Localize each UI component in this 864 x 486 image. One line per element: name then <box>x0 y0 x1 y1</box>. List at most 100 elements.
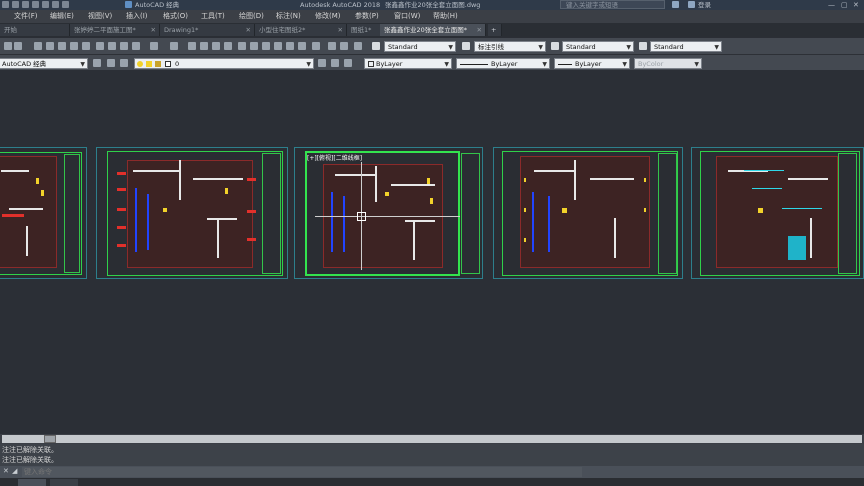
close-tab-icon[interactable]: ✕ <box>246 24 251 36</box>
menu-parametric[interactable]: 参数(P) <box>355 10 379 23</box>
open-icon[interactable] <box>12 1 19 8</box>
make-current-layer-icon[interactable] <box>318 59 326 67</box>
menu-help[interactable]: 帮助(H) <box>433 10 458 23</box>
model-tab[interactable] <box>18 479 46 486</box>
paste-icon[interactable] <box>120 42 128 50</box>
menu-format[interactable]: 格式(O) <box>163 10 188 23</box>
text-style-select[interactable]: Standard ▼ <box>384 41 456 52</box>
help-icon-2[interactable] <box>354 42 362 50</box>
markup-icon[interactable] <box>286 42 294 50</box>
match-properties-icon[interactable] <box>132 42 140 50</box>
lineweight-select[interactable]: ByLayer ▼ <box>554 58 630 69</box>
close-tab-icon[interactable]: ✕ <box>338 24 343 36</box>
tab-file-2[interactable]: Drawing1* ✕ <box>160 24 255 36</box>
menu-insert[interactable]: 插入(I) <box>126 10 148 23</box>
layer-states-icon[interactable] <box>120 59 128 67</box>
cut-icon[interactable] <box>96 42 104 50</box>
close-tab-icon[interactable]: ✕ <box>151 24 156 36</box>
text-style-icon[interactable] <box>328 42 336 50</box>
text-style-icon-2[interactable] <box>340 42 348 50</box>
horizontal-scrollbar[interactable] <box>0 434 864 444</box>
sign-in-label[interactable]: 登录 <box>698 0 711 10</box>
dim-style-select[interactable]: 标注引线 ▼ <box>474 41 546 52</box>
layout-sheet-4[interactable] <box>493 147 683 279</box>
layer-previous-icon[interactable] <box>331 59 339 67</box>
preview-icon[interactable] <box>58 42 66 50</box>
redo-icon[interactable] <box>62 1 69 8</box>
workspace-name[interactable]: AutoCAD 经典 <box>135 0 179 10</box>
close-icon[interactable]: ✕ <box>853 0 859 10</box>
menu-modify[interactable]: 修改(M) <box>315 10 341 23</box>
close-icon[interactable]: ✕ <box>3 467 9 475</box>
publish-icon[interactable] <box>70 42 78 50</box>
zoom-previous-icon[interactable] <box>224 42 232 50</box>
workspace-select[interactable]: AutoCAD 经典 ▼ <box>0 58 88 69</box>
tab-file-active[interactable]: 张鑫鑫作业20张全套立面图* ✕ <box>380 24 486 36</box>
plot-icon[interactable] <box>42 1 49 8</box>
3d-print-icon[interactable] <box>82 42 90 50</box>
close-tab-icon[interactable]: ✕ <box>477 24 482 36</box>
menu-view[interactable]: 视图(V) <box>88 10 112 23</box>
menu-dimension[interactable]: 标注(N) <box>276 10 301 23</box>
menu-tools[interactable]: 工具(T) <box>201 10 225 23</box>
menu-file[interactable]: 文件(F) <box>14 10 38 23</box>
layout-sheet-3[interactable]: [+][俯视][二维线框] <box>294 147 483 279</box>
layout-sheet-5[interactable] <box>691 147 864 279</box>
layout-sheet-1[interactable] <box>0 147 87 279</box>
tool-palettes-icon[interactable] <box>262 42 270 50</box>
search-box[interactable]: 键入关键字或短语 <box>560 0 665 9</box>
undo-icon[interactable] <box>52 1 59 8</box>
layer-freeze-icon[interactable] <box>146 61 152 67</box>
scrollbar-thumb[interactable] <box>44 435 56 443</box>
saveas-icon[interactable] <box>32 1 39 8</box>
table-style-select[interactable]: Standard ▼ <box>562 41 634 52</box>
color-select[interactable]: ByLayer ▼ <box>364 58 452 69</box>
redo-icon[interactable] <box>170 42 178 50</box>
layer-on-icon[interactable] <box>137 61 143 67</box>
layer-properties-icon[interactable] <box>107 59 115 67</box>
layer-lock-icon[interactable] <box>155 61 161 67</box>
sheet-set-icon[interactable] <box>274 42 282 50</box>
save-icon[interactable] <box>34 42 42 50</box>
layout-tab[interactable] <box>50 479 78 486</box>
drawing-canvas[interactable]: [+][俯视][二维线框] <box>0 70 864 434</box>
tab-file-3[interactable]: 小型住宅图纸2* ✕ <box>255 24 347 36</box>
viewport-controls-label[interactable]: [+][俯视][二维线框] <box>307 153 362 162</box>
new-icon[interactable] <box>2 1 9 8</box>
save-icon[interactable] <box>22 1 29 8</box>
zoom-realtime-icon[interactable] <box>200 42 208 50</box>
undo-icon[interactable] <box>150 42 158 50</box>
minimize-icon[interactable]: — <box>828 0 835 10</box>
tab-start[interactable]: 开始 <box>0 24 70 36</box>
linetype-select[interactable]: ByLayer ▼ <box>456 58 550 69</box>
copy-icon[interactable] <box>108 42 116 50</box>
search-icon[interactable] <box>672 1 679 8</box>
plot-icon[interactable] <box>46 42 54 50</box>
properties-icon[interactable] <box>238 42 246 50</box>
help-icon[interactable] <box>312 42 320 50</box>
search-input[interactable]: 键入关键字或短语 <box>566 0 618 10</box>
multileader-style-select[interactable]: Standard ▼ <box>650 41 722 52</box>
qnew-icon[interactable] <box>4 42 12 50</box>
scrollbar-track[interactable] <box>2 435 862 443</box>
workspace-gear-icon[interactable] <box>125 1 132 8</box>
menu-window[interactable]: 窗口(W) <box>394 10 420 23</box>
quickcalc-icon[interactable] <box>298 42 306 50</box>
open-icon[interactable] <box>14 42 22 50</box>
layer-select[interactable]: 0 ▼ <box>134 58 314 69</box>
text-style-manager-icon[interactable] <box>372 42 380 50</box>
multileader-style-manager-icon[interactable] <box>639 42 647 50</box>
user-icon[interactable] <box>688 1 695 8</box>
dim-style-manager-icon[interactable] <box>462 42 470 50</box>
tab-file-1[interactable]: 张婷婷二平面施工图* ✕ <box>70 24 160 36</box>
restore-icon[interactable]: ▢ <box>841 0 848 10</box>
layout-sheet-2[interactable] <box>96 147 288 279</box>
workspace-settings-icon[interactable] <box>93 59 101 67</box>
pan-icon[interactable] <box>188 42 196 50</box>
new-tab-button[interactable]: + <box>488 24 502 36</box>
menu-draw[interactable]: 绘图(D) <box>239 10 264 23</box>
design-center-icon[interactable] <box>250 42 258 50</box>
menu-edit[interactable]: 编辑(E) <box>50 10 74 23</box>
zoom-window-icon[interactable] <box>212 42 220 50</box>
command-input[interactable] <box>22 467 582 477</box>
